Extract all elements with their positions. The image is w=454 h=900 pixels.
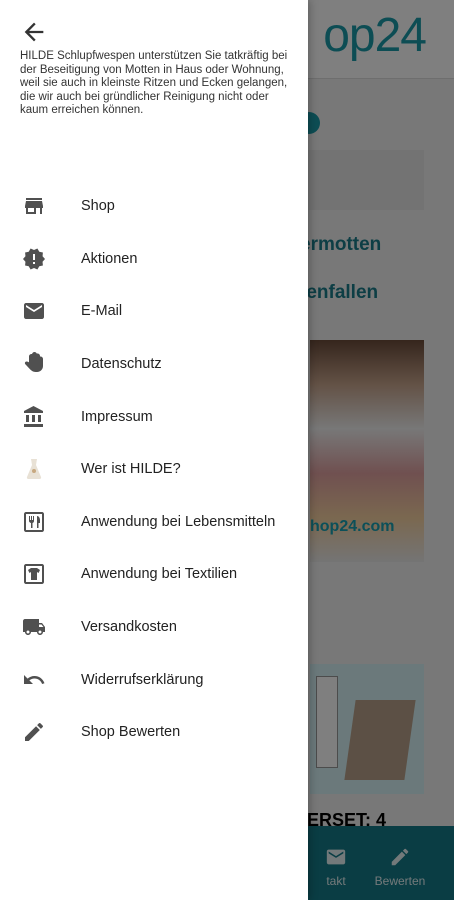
menu-item-label: Widerrufserklärung [81, 671, 204, 688]
menu-item-label: E-Mail [81, 303, 123, 320]
menu-item-textilien[interactable]: Anwendung bei Textilien [0, 548, 308, 601]
menu-item-label: Datenschutz [81, 356, 162, 373]
menu-item-label: Versandkosten [81, 619, 177, 636]
menu-item-label: Impressum [81, 408, 153, 425]
store-icon [20, 192, 48, 220]
menu-item-wer-ist-hilde[interactable]: Wer ist HILDE? [0, 443, 308, 496]
menu-item-datenschutz[interactable]: Datenschutz [0, 338, 308, 391]
menu-item-email[interactable]: E-Mail [0, 285, 308, 338]
hilde-logo-icon [20, 455, 48, 483]
badge-alert-icon [20, 245, 48, 273]
utensils-icon [20, 508, 48, 536]
menu-item-label: Shop [81, 198, 115, 215]
menu-item-versandkosten[interactable]: Versandkosten [0, 601, 308, 654]
menu-item-label: Aktionen [81, 250, 138, 267]
menu-item-widerruf[interactable]: Widerrufserklärung [0, 653, 308, 706]
menu-item-label: Anwendung bei Textilien [81, 566, 238, 583]
pencil-icon [20, 718, 48, 746]
undo-icon [20, 666, 48, 694]
navigation-drawer: HILDE Schlupfwespen unterstützen Sie tat… [0, 0, 308, 900]
drawer-description: HILDE Schlupfwespen unterstützen Sie tat… [20, 50, 288, 117]
drawer-menu: Shop Aktionen E-Mail Datenschutz Impress [0, 180, 308, 759]
shirt-icon [20, 560, 48, 588]
hand-icon [20, 350, 48, 378]
menu-item-shop-bewerten[interactable]: Shop Bewerten [0, 706, 308, 759]
back-button[interactable] [20, 18, 48, 46]
mail-icon [20, 297, 48, 325]
truck-icon [20, 613, 48, 641]
menu-item-shop[interactable]: Shop [0, 180, 308, 233]
menu-item-lebensmittel[interactable]: Anwendung bei Lebensmitteln [0, 496, 308, 549]
menu-item-aktionen[interactable]: Aktionen [0, 233, 308, 286]
menu-item-label: Wer ist HILDE? [81, 461, 181, 478]
menu-item-impressum[interactable]: Impressum [0, 390, 308, 443]
arrow-left-icon [24, 22, 44, 42]
menu-item-label: Anwendung bei Lebensmitteln [81, 513, 276, 530]
bank-icon [20, 403, 48, 431]
menu-item-label: Shop Bewerten [81, 724, 181, 741]
